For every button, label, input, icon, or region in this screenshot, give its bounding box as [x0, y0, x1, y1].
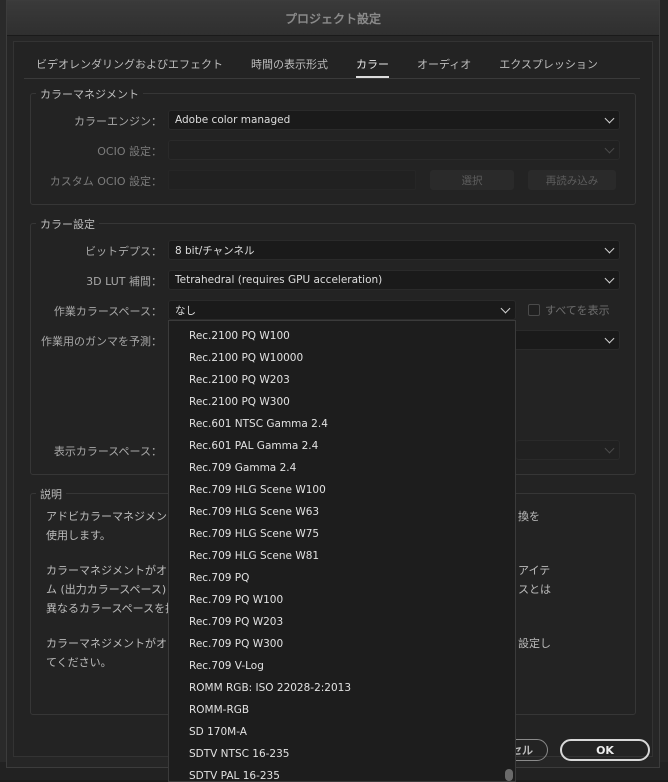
dropdown-option[interactable]: Rec.709 HLG Scene W63: [169, 501, 515, 523]
dropdown-option[interactable]: Rec.601 PAL Gamma 2.4: [169, 435, 515, 457]
display-space-select: [516, 440, 620, 460]
bit-depth-value: 8 bit/チャンネル: [175, 244, 255, 257]
dropdown-option[interactable]: Rec.2100 PQ W100: [169, 325, 515, 347]
description-para2-left: カラーマネジメントがオ ム (出力カラースペース) 異なるカラースペースを指: [46, 564, 177, 615]
dropdown-option[interactable]: Rec.2100 PQ W203: [169, 369, 515, 391]
dropdown-option[interactable]: Rec.2100 PQ W10000: [169, 347, 515, 369]
dropdown-option[interactable]: SDTV PAL 16-235: [169, 765, 515, 781]
custom-ocio-path-field: [168, 170, 416, 190]
working-space-label: 作業カラースペース：: [53, 305, 162, 318]
description-para3-left: カラーマネジメントがオ てください。: [46, 637, 167, 669]
dropdown-option[interactable]: ROMM-RGB: [169, 699, 515, 721]
chevron-down-icon: [500, 303, 511, 313]
color-management-title: カラーマネジメント: [36, 86, 143, 102]
working-space-dropdown-list[interactable]: Rec.2100 PQ W100 Rec.2100 PQ W10000 Rec.…: [168, 320, 516, 782]
bit-depth-select[interactable]: 8 bit/チャンネル: [168, 240, 620, 260]
dropdown-option[interactable]: Rec.709 Gamma 2.4: [169, 457, 515, 479]
display-space-label: 表示カラースペース：: [53, 445, 162, 458]
description-para1-left: アドビカラーマネジメン 使用します。: [46, 510, 167, 542]
dropdown-option[interactable]: Rec.2100 PQ W300: [169, 391, 515, 413]
lut-interpolation-select[interactable]: Tetrahedral (requires GPU acceleration): [168, 270, 620, 290]
chevron-down-icon: [604, 333, 615, 343]
description-para3-right: 設定し: [518, 637, 551, 650]
dropdown-option[interactable]: Rec.709 PQ W300: [169, 633, 515, 655]
bit-depth-label: ビットデプス：: [85, 245, 162, 258]
tab-expressions[interactable]: エクスプレッション: [499, 52, 598, 78]
dropdown-option[interactable]: Rec.709 V-Log: [169, 655, 515, 677]
color-settings-title: カラー設定: [36, 216, 99, 232]
dropdown-option[interactable]: Rec.709 PQ W203: [169, 611, 515, 633]
select-button: 選択: [430, 170, 514, 190]
ok-button[interactable]: OK: [560, 739, 650, 761]
dropdown-option[interactable]: Rec.709 HLG Scene W81: [169, 545, 515, 567]
dropdown-option[interactable]: Rec.709 HLG Scene W75: [169, 523, 515, 545]
color-engine-select[interactable]: Adobe color managed: [168, 110, 620, 130]
dropdown-option[interactable]: Rec.709 HLG Scene W100: [169, 479, 515, 501]
dropdown-option[interactable]: Rec.709 PQ W100: [169, 589, 515, 611]
dialog-titlebar[interactable]: プロジェクト設定: [7, 1, 659, 36]
working-space-value: なし: [175, 304, 196, 317]
tab-separator: [24, 78, 640, 79]
tab-audio[interactable]: オーディオ: [417, 52, 471, 78]
color-engine-value: Adobe color managed: [175, 114, 291, 126]
show-all-checkbox[interactable]: [528, 304, 540, 316]
chevron-down-icon: [604, 273, 615, 283]
tab-time-display[interactable]: 時間の表示形式: [251, 52, 328, 78]
chevron-down-icon: [604, 143, 615, 153]
description-para2-right: アイテ スとは: [518, 564, 551, 596]
ocio-config-label: OCIO 設定：: [97, 145, 162, 158]
chevron-down-icon: [604, 243, 615, 253]
custom-ocio-label: カスタム OCIO 設定：: [49, 175, 162, 188]
dropdown-scrollbar-thumb[interactable]: [505, 769, 513, 781]
dropdown-option[interactable]: Rec.601 NTSC Gamma 2.4: [169, 413, 515, 435]
gamma-select[interactable]: [516, 330, 620, 350]
dropdown-option[interactable]: SDTV NTSC 16-235: [169, 743, 515, 765]
color-engine-label: カラーエンジン：: [74, 115, 162, 128]
ocio-config-select: [168, 140, 620, 160]
tab-video-rendering[interactable]: ビデオレンダリングおよびエフェクト: [36, 52, 223, 78]
lut-interpolation-label: 3D LUT 補間：: [86, 275, 162, 288]
dropdown-option[interactable]: ROMM RGB: ISO 22028-2:2013: [169, 677, 515, 699]
description-para1-right: 換を: [518, 510, 540, 523]
working-space-select[interactable]: なし: [168, 300, 516, 320]
tab-color[interactable]: カラー: [356, 52, 389, 78]
dropdown-option[interactable]: Rec.709 PQ: [169, 567, 515, 589]
reload-button: 再読み込み: [528, 170, 616, 190]
chevron-down-icon: [604, 113, 615, 123]
show-all-label: すべてを表示: [545, 304, 610, 317]
dialog-title: プロジェクト設定: [284, 11, 381, 26]
chevron-down-icon: [604, 443, 615, 453]
tab-bar: ビデオレンダリングおよびエフェクト 時間の表示形式 カラー オーディオ エクスプ…: [36, 52, 626, 78]
gamma-label: 作業用のガンマを予測：: [41, 335, 162, 348]
lut-interpolation-value: Tetrahedral (requires GPU acceleration): [175, 274, 383, 286]
dropdown-option[interactable]: SD 170M-A: [169, 721, 515, 743]
description-title: 説明: [36, 486, 66, 502]
